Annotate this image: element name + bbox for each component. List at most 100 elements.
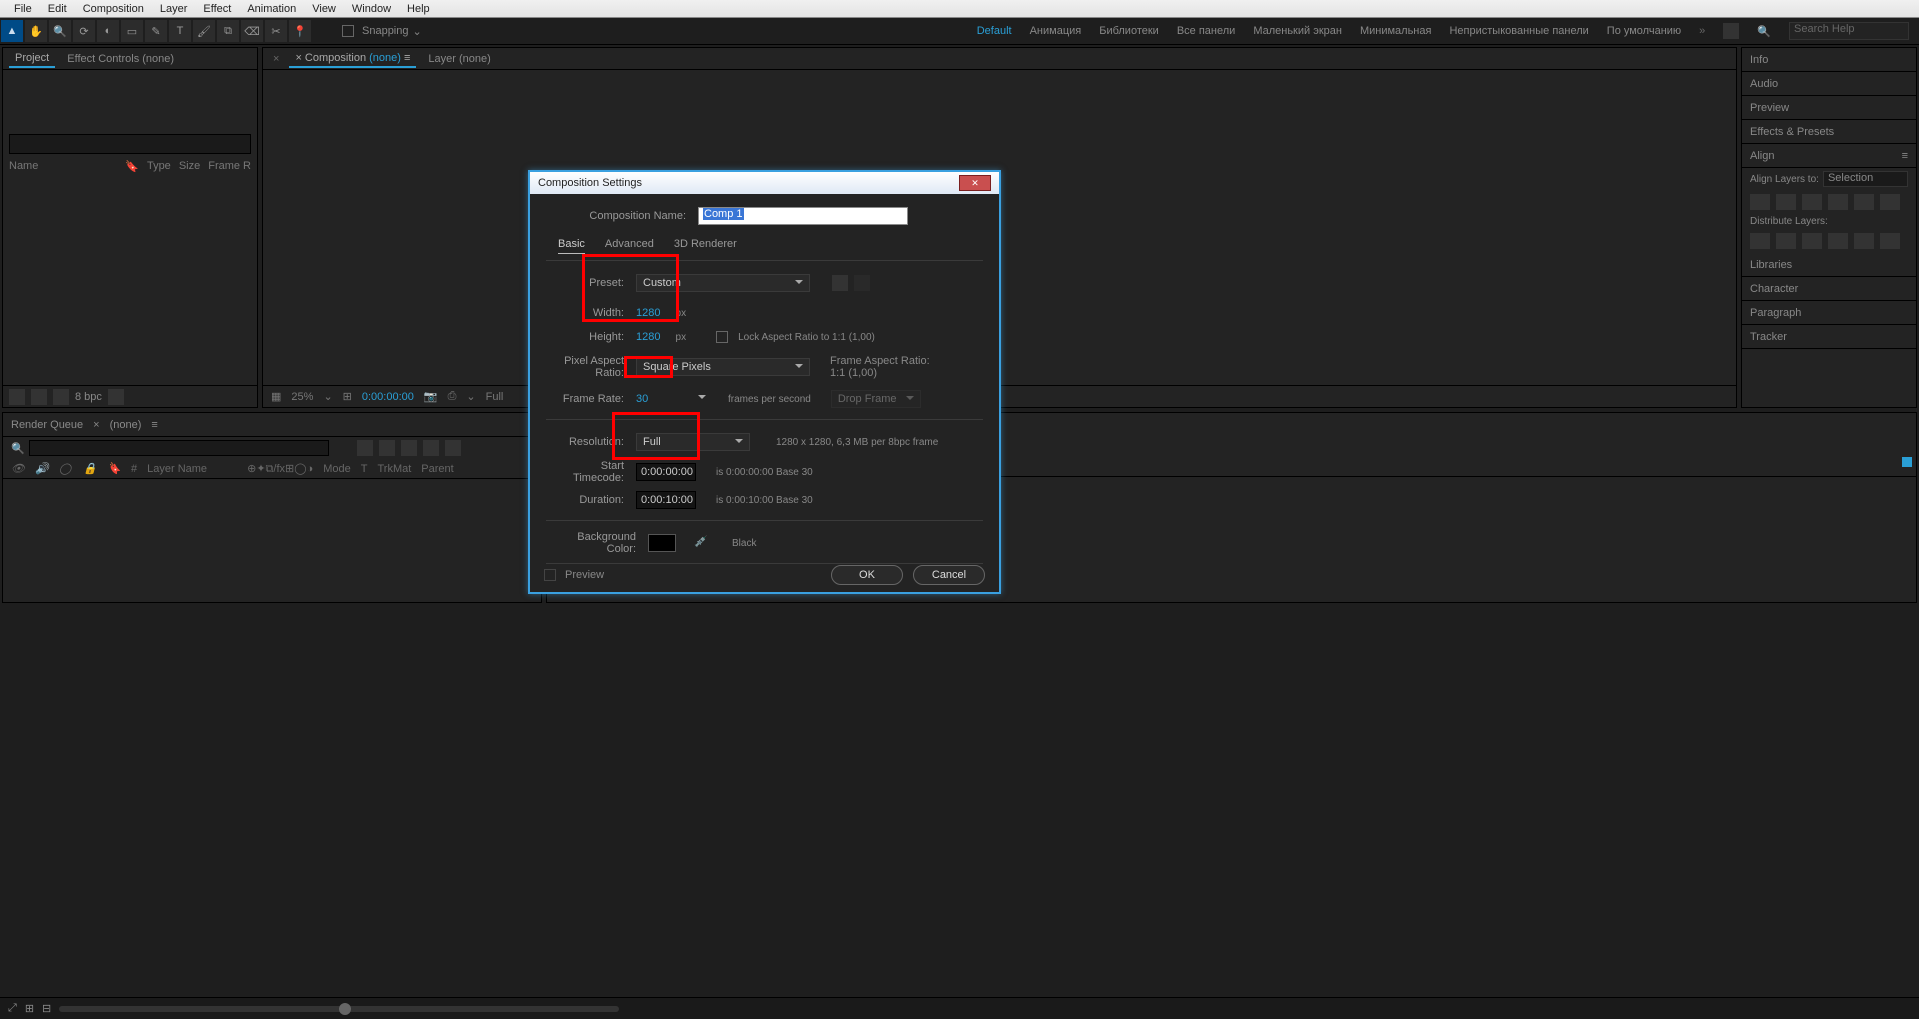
preset-delete-icon[interactable] xyxy=(854,275,870,291)
menu-effect[interactable]: Effect xyxy=(195,2,239,16)
eyedropper-icon[interactable]: 💉 xyxy=(694,535,710,551)
align-to-dropdown[interactable]: Selection xyxy=(1823,171,1908,187)
tab-layer[interactable]: Layer (none) xyxy=(422,51,496,67)
align-vcenter-icon[interactable] xyxy=(1854,194,1874,210)
workspace-2[interactable]: Библиотеки xyxy=(1099,25,1159,37)
snapping-toggle[interactable]: Snapping ⌄ xyxy=(342,25,422,38)
panel-audio[interactable]: Audio xyxy=(1742,72,1916,96)
tool-puppet-icon[interactable]: 📍 xyxy=(289,20,311,42)
dist-4-icon[interactable] xyxy=(1828,233,1848,249)
align-left-icon[interactable] xyxy=(1750,194,1770,210)
par-dropdown[interactable]: Square Pixels xyxy=(636,358,810,376)
tab-3d-renderer[interactable]: 3D Renderer xyxy=(674,238,737,254)
preset-save-icon[interactable] xyxy=(832,275,848,291)
project-body[interactable] xyxy=(3,175,257,385)
zoom-slider[interactable] xyxy=(59,1006,619,1012)
panel-effects-presets[interactable]: Effects & Presets xyxy=(1742,120,1916,144)
tool-pen-icon[interactable]: ✎ xyxy=(145,20,167,42)
panel-tracker[interactable]: Tracker xyxy=(1742,325,1916,349)
duration-input[interactable]: 0:00:10:00 xyxy=(636,491,696,509)
dist-6-icon[interactable] xyxy=(1880,233,1900,249)
menu-window[interactable]: Window xyxy=(344,2,399,16)
start-tc-input[interactable]: 0:00:00:00 xyxy=(636,463,696,481)
bpc-toggle[interactable]: 8 bpc xyxy=(75,391,102,403)
interpret-icon[interactable] xyxy=(9,389,25,405)
dist-5-icon[interactable] xyxy=(1854,233,1874,249)
height-input[interactable]: 1280 xyxy=(636,331,660,343)
res-value[interactable]: Full xyxy=(486,391,504,403)
fps-input[interactable]: 30 xyxy=(636,393,664,405)
bg-color-swatch[interactable] xyxy=(648,534,676,552)
tab-comp-none[interactable]: (none) xyxy=(110,419,142,431)
dist-3-icon[interactable] xyxy=(1802,233,1822,249)
timecode-display[interactable]: 0:00:00:00 xyxy=(362,391,414,403)
dialog-close-button[interactable]: ✕ xyxy=(959,175,991,191)
trash-icon[interactable] xyxy=(108,389,124,405)
tl-btn4-icon[interactable] xyxy=(423,440,439,456)
alpha-icon[interactable]: ▦ xyxy=(271,390,281,403)
tool-roto-icon[interactable]: ✂ xyxy=(265,20,287,42)
menu-help[interactable]: Help xyxy=(399,2,438,16)
dialog-titlebar[interactable]: Composition Settings ✕ xyxy=(530,172,999,194)
workspace-4[interactable]: Маленький экран xyxy=(1253,25,1342,37)
dist-2-icon[interactable] xyxy=(1776,233,1796,249)
expand-icon[interactable]: ⤢ xyxy=(8,1002,17,1015)
toggle-switches-icon[interactable]: ⊞ xyxy=(25,1002,34,1015)
new-comp-icon[interactable] xyxy=(53,389,69,405)
panel-paragraph[interactable]: Paragraph xyxy=(1742,301,1916,325)
tool-text-icon[interactable]: T xyxy=(169,20,191,42)
tl-btn2-icon[interactable] xyxy=(379,440,395,456)
workspace-6[interactable]: Непристыкованные панели xyxy=(1449,25,1588,37)
menu-view[interactable]: View xyxy=(304,2,344,16)
tl-btn1-icon[interactable] xyxy=(357,440,373,456)
tool-rect-icon[interactable]: ▭ xyxy=(121,20,143,42)
tool-stamp-icon[interactable]: ⧉ xyxy=(217,20,239,42)
workspace-1[interactable]: Анимация xyxy=(1030,25,1082,37)
fps-dropdown-icon[interactable] xyxy=(698,395,706,403)
workspace-reset-icon[interactable] xyxy=(1723,23,1739,39)
timeline-layers[interactable] xyxy=(3,479,541,602)
tab-advanced[interactable]: Advanced xyxy=(605,238,654,254)
snapshot-icon[interactable]: ⎙ xyxy=(448,390,457,403)
res-icon[interactable]: ⊞ xyxy=(343,390,352,403)
playhead-icon[interactable] xyxy=(1902,457,1912,467)
preset-dropdown[interactable]: Custom xyxy=(636,274,810,292)
timeline-search-input[interactable] xyxy=(29,440,329,456)
speaker-col-icon[interactable]: 🔊 xyxy=(35,462,49,476)
tool-rotate-icon[interactable]: ◐ xyxy=(97,20,119,42)
tool-zoom-icon[interactable]: 🔍 xyxy=(49,20,71,42)
tab-close-icon[interactable]: × xyxy=(93,419,99,431)
tl-btn3-icon[interactable] xyxy=(401,440,417,456)
dist-1-icon[interactable] xyxy=(1750,233,1770,249)
tool-hand-icon[interactable]: ✋ xyxy=(25,20,47,42)
menu-animation[interactable]: Animation xyxy=(239,2,304,16)
workspace-5[interactable]: Минимальная xyxy=(1360,25,1432,37)
cancel-button[interactable]: Cancel xyxy=(913,565,985,585)
new-folder-icon[interactable] xyxy=(31,389,47,405)
search-help-input[interactable]: Search Help xyxy=(1789,22,1909,40)
zoom-value[interactable]: 25% xyxy=(291,391,313,403)
align-right-icon[interactable] xyxy=(1802,194,1822,210)
menu-file[interactable]: File xyxy=(6,2,40,16)
tab-render-queue[interactable]: Render Queue xyxy=(11,419,83,431)
panel-libraries[interactable]: Libraries xyxy=(1742,253,1916,277)
align-hcenter-icon[interactable] xyxy=(1776,194,1796,210)
tab-project[interactable]: Project xyxy=(9,50,55,68)
ok-button[interactable]: OK xyxy=(831,565,903,585)
tool-eraser-icon[interactable]: ⌫ xyxy=(241,20,263,42)
workspace-default[interactable]: Default xyxy=(977,25,1012,37)
tool-orbit-icon[interactable]: ⟳ xyxy=(73,20,95,42)
workspace-7[interactable]: По умолчанию xyxy=(1607,25,1681,37)
align-bottom-icon[interactable] xyxy=(1880,194,1900,210)
tool-brush-icon[interactable]: 🖌 xyxy=(193,20,215,42)
preview-toggle[interactable]: Preview xyxy=(544,569,604,581)
panel-align[interactable]: Align≡ xyxy=(1742,144,1916,168)
eye-col-icon[interactable]: 👁 xyxy=(11,462,25,476)
solo-col-icon[interactable]: ◯ xyxy=(59,462,73,476)
menu-composition[interactable]: Composition xyxy=(75,2,152,16)
tab-close-icon[interactable]: × xyxy=(269,53,283,65)
tl-btn5-icon[interactable] xyxy=(445,440,461,456)
panel-character[interactable]: Character xyxy=(1742,277,1916,301)
camera-icon[interactable]: 📷 xyxy=(424,390,438,403)
tool-select-icon[interactable]: ▲ xyxy=(1,20,23,42)
